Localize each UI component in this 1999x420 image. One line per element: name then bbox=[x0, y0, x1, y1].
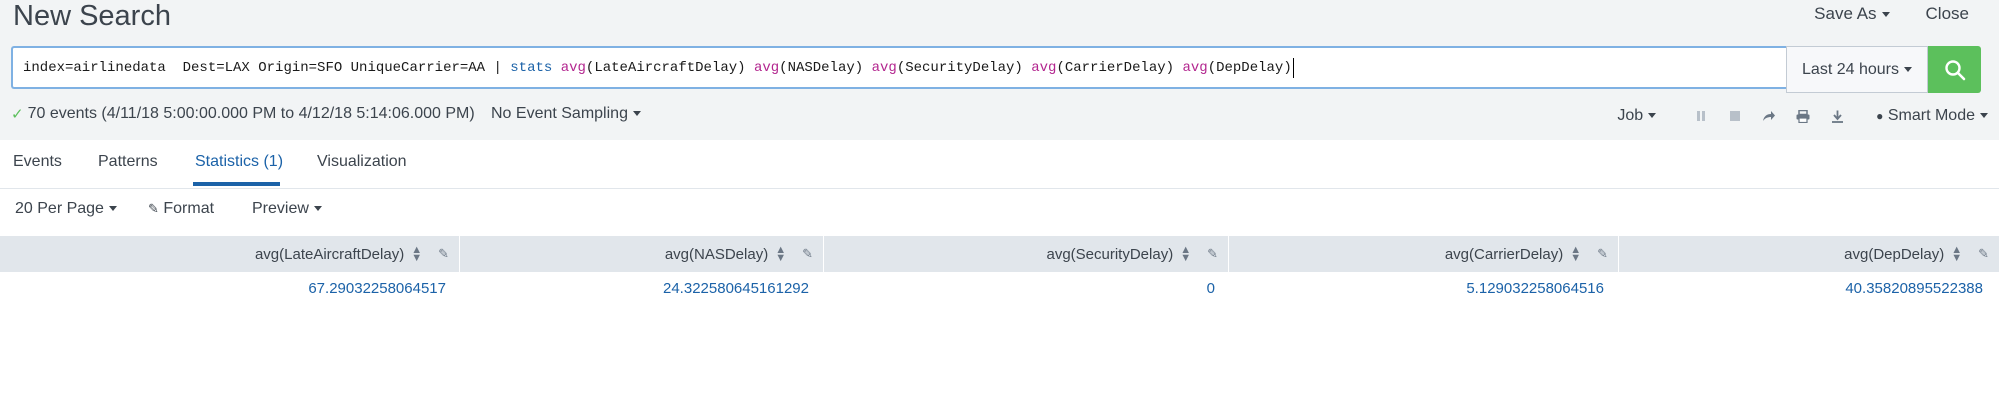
search-button[interactable] bbox=[1928, 46, 1981, 93]
tab-visualization[interactable]: Visualization bbox=[317, 153, 407, 171]
bulb-icon: ● bbox=[1876, 109, 1884, 123]
query-function: avg bbox=[753, 59, 780, 76]
table-cell[interactable]: 0 bbox=[1207, 280, 1215, 297]
query-argument: (SecurityDelay) bbox=[896, 59, 1032, 76]
table-options: 20 Per Page ✎ Format Preview bbox=[0, 189, 1999, 235]
format-label: Format bbox=[163, 200, 215, 217]
format-button[interactable]: ✎ Format bbox=[148, 200, 214, 218]
column-header-label: avg(NASDelay) bbox=[664, 245, 769, 263]
column-header-label: avg(CarrierDelay) bbox=[1444, 245, 1564, 263]
table-row: 67.29032258064517 24.322580645161292 0 5… bbox=[0, 272, 1999, 310]
pause-icon[interactable] bbox=[1684, 105, 1718, 127]
preview-label: Preview bbox=[252, 200, 309, 217]
sort-icon[interactable]: ▲ ▼ bbox=[1570, 245, 1581, 264]
chevron-down-icon bbox=[632, 111, 641, 117]
close-button[interactable]: Close bbox=[1926, 4, 1969, 24]
pencil-icon[interactable]: ✎ bbox=[1597, 246, 1608, 262]
check-icon: ✓ bbox=[11, 106, 24, 123]
job-toolbar: Job ● Smart Mode bbox=[1617, 105, 1988, 127]
search-input[interactable]: index=airlinedata Dest=LAX Origin=SFO Un… bbox=[11, 46, 1786, 89]
column-header-label: avg(LateAircraftDelay) bbox=[254, 245, 405, 263]
pencil-icon[interactable]: ✎ bbox=[438, 246, 449, 262]
tab-events[interactable]: Events bbox=[13, 153, 62, 171]
event-count-text: 70 events (4/11/18 5:00:00.000 PM to 4/1… bbox=[27, 105, 475, 122]
chevron-down-icon bbox=[1648, 113, 1657, 119]
event-count: ✓ 70 events (4/11/18 5:00:00.000 PM to 4… bbox=[11, 105, 475, 123]
column-header[interactable]: avg(NASDelay) ▲ ▼ ✎ bbox=[460, 236, 824, 272]
column-header[interactable]: avg(LateAircraftDelay) ▲ ▼ ✎ bbox=[0, 236, 460, 272]
query-argument: (NASDelay) bbox=[779, 59, 872, 76]
query-function: avg bbox=[1182, 59, 1208, 76]
column-header[interactable]: avg(SecurityDelay) ▲ ▼ ✎ bbox=[824, 236, 1229, 272]
search-bar: index=airlinedata Dest=LAX Origin=SFO Un… bbox=[11, 46, 1988, 93]
query-function: avg bbox=[560, 59, 586, 76]
column-header-label: avg(DepDelay) bbox=[1844, 245, 1945, 263]
job-status-bar: ✓ 70 events (4/11/18 5:00:00.000 PM to 4… bbox=[11, 105, 1988, 127]
table-cell[interactable]: 40.35820895522388 bbox=[1845, 280, 1983, 297]
pencil-icon[interactable]: ✎ bbox=[802, 246, 813, 262]
table-cell[interactable]: 67.29032258064517 bbox=[308, 280, 446, 297]
pencil-icon: ✎ bbox=[148, 201, 159, 216]
sort-icon[interactable]: ▲ ▼ bbox=[1180, 245, 1191, 264]
per-page-dropdown[interactable]: 20 Per Page bbox=[15, 200, 117, 218]
preview-dropdown[interactable]: Preview bbox=[252, 200, 322, 218]
table-cell[interactable]: 24.322580645161292 bbox=[663, 280, 809, 297]
chevron-down-icon bbox=[313, 206, 322, 212]
search-mode-label: Smart Mode bbox=[1887, 107, 1975, 124]
table-cell[interactable]: 5.129032258064516 bbox=[1466, 280, 1604, 297]
sort-icon[interactable]: ▲ ▼ bbox=[775, 245, 786, 264]
share-icon[interactable] bbox=[1752, 105, 1786, 127]
query-argument: (LateAircraftDelay) bbox=[585, 59, 754, 76]
pencil-icon[interactable]: ✎ bbox=[1207, 246, 1218, 262]
column-header[interactable]: avg(CarrierDelay) ▲ ▼ ✎ bbox=[1229, 236, 1619, 272]
search-mode-dropdown[interactable]: ● Smart Mode bbox=[1876, 107, 1988, 125]
event-sampling-dropdown[interactable]: No Event Sampling bbox=[491, 105, 641, 123]
table-header: avg(LateAircraftDelay) ▲ ▼ ✎ avg(NASDelay) ▲… bbox=[0, 236, 1999, 272]
save-as-label: Save As bbox=[1814, 4, 1877, 23]
query-function: avg bbox=[1031, 59, 1057, 76]
save-as-button[interactable]: Save As bbox=[1814, 4, 1890, 24]
active-tab-indicator bbox=[193, 182, 280, 186]
chevron-down-icon bbox=[1903, 67, 1912, 72]
event-sampling-label: No Event Sampling bbox=[491, 105, 628, 122]
sort-icon[interactable]: ▲ ▼ bbox=[1951, 245, 1962, 264]
search-icon bbox=[1944, 59, 1965, 80]
chevron-down-icon bbox=[1881, 12, 1890, 18]
job-menu[interactable]: Job bbox=[1617, 107, 1657, 125]
column-header-label: avg(SecurityDelay) bbox=[1046, 245, 1174, 263]
column-header[interactable]: avg(DepDelay) ▲ ▼ ✎ bbox=[1619, 236, 1999, 272]
time-range-picker[interactable]: Last 24 hours bbox=[1786, 46, 1928, 93]
per-page-label: 20 Per Page bbox=[15, 200, 104, 217]
query-function: avg bbox=[871, 59, 897, 76]
sort-icon[interactable]: ▲ ▼ bbox=[411, 245, 422, 264]
query-command: stats bbox=[510, 59, 553, 76]
query-argument: (CarrierDelay) bbox=[1056, 59, 1183, 76]
time-range-label: Last 24 hours bbox=[1802, 60, 1899, 78]
stop-icon[interactable] bbox=[1718, 105, 1752, 127]
chevron-down-icon bbox=[1980, 113, 1988, 119]
top-actions: Save As Close bbox=[1814, 4, 1969, 24]
text-cursor bbox=[1292, 57, 1294, 78]
tab-patterns[interactable]: Patterns bbox=[98, 153, 158, 171]
page-title: New Search bbox=[13, 0, 171, 32]
pencil-icon[interactable]: ✎ bbox=[1978, 246, 1989, 262]
query-prefix: index=airlinedata Dest=LAX Origin=SFO Un… bbox=[23, 59, 511, 76]
job-menu-label: Job bbox=[1617, 107, 1644, 124]
tab-statistics[interactable]: Statistics (1) bbox=[195, 153, 283, 171]
download-icon[interactable] bbox=[1820, 105, 1854, 127]
query-argument: (DepDelay) bbox=[1207, 59, 1292, 76]
results-tabs: Events Patterns Statistics (1) Visualiza… bbox=[0, 140, 1999, 189]
print-icon[interactable] bbox=[1786, 105, 1820, 127]
chevron-down-icon bbox=[108, 206, 117, 212]
